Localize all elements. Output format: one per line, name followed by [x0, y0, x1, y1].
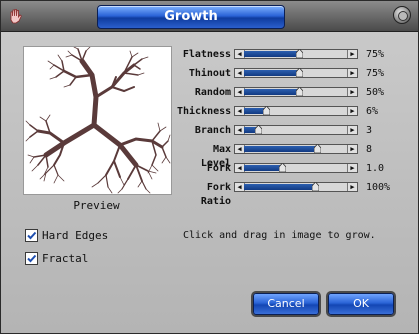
checkmark-icon	[27, 231, 37, 240]
slider-fill	[244, 70, 299, 76]
slider-right-arrow-icon[interactable]: ▶	[347, 107, 357, 115]
tree-preview-image	[25, 46, 171, 194]
title-bar[interactable]: Growth	[1, 1, 418, 32]
fractal-label: Fractal	[42, 252, 89, 265]
slider-right-arrow-icon[interactable]: ▶	[347, 69, 357, 77]
slider-label: Fork Ratio	[200, 182, 231, 207]
slider-track[interactable]: ◀ ▶	[234, 87, 358, 97]
slider-right-arrow-icon[interactable]: ▶	[347, 164, 357, 172]
slider-value: 6%	[366, 106, 379, 117]
slider-value: 1.0	[366, 163, 385, 174]
slider-fill	[244, 146, 317, 152]
hand-icon	[10, 9, 22, 24]
ok-button[interactable]: OK	[328, 293, 394, 315]
slider-right-arrow-icon[interactable]: ▶	[347, 145, 357, 153]
slider-right-arrow-icon[interactable]: ▶	[347, 88, 357, 96]
slider-fill	[244, 184, 315, 190]
slider-value: 3	[366, 125, 373, 136]
preview-label: Preview	[73, 199, 120, 212]
slider-track[interactable]: ◀ ▶	[234, 182, 358, 192]
slider-track[interactable]: ◀ ▶	[234, 163, 358, 173]
slider-thumb[interactable]	[312, 182, 319, 191]
slider-label: Random	[194, 87, 231, 98]
slider-thumb[interactable]	[255, 125, 262, 134]
slider-value: 100%	[366, 182, 391, 193]
slider-track[interactable]: ◀ ▶	[234, 144, 358, 154]
checkmark-icon	[27, 254, 37, 263]
hard-edges-checkbox[interactable]	[25, 229, 38, 242]
slider-thumb[interactable]	[263, 106, 270, 115]
fractal-checkbox[interactable]	[25, 252, 38, 265]
slider-thumb[interactable]	[296, 87, 303, 96]
slider-thumb[interactable]	[314, 144, 321, 153]
slider-label: Thinout	[188, 68, 231, 79]
slider-right-arrow-icon[interactable]: ▶	[347, 183, 357, 191]
slider-value: 75%	[366, 49, 385, 60]
slider-right-arrow-icon[interactable]: ▶	[347, 126, 357, 134]
slider-label: Fork	[206, 163, 231, 174]
slider-right-arrow-icon[interactable]: ▶	[347, 50, 357, 58]
cancel-button[interactable]: Cancel	[253, 293, 319, 315]
slider-fill	[244, 51, 299, 57]
slider-thumb[interactable]	[296, 68, 303, 77]
slider-track[interactable]: ◀ ▶	[234, 68, 358, 78]
growth-dialog: Growth Preview Flatness ◀ ▶ 75% Thinout …	[0, 0, 419, 334]
slider-thumb[interactable]	[296, 49, 303, 58]
slider-fill	[244, 89, 299, 95]
slider-label: Branch	[194, 125, 231, 136]
slider-thumb[interactable]	[279, 163, 286, 172]
hard-edges-label: Hard Edges	[42, 229, 109, 242]
title-pill: Growth	[97, 5, 285, 29]
slider-track[interactable]: ◀ ▶	[234, 125, 358, 135]
slider-value: 50%	[366, 87, 385, 98]
close-button[interactable]	[393, 6, 411, 24]
slider-track[interactable]: ◀ ▶	[234, 49, 358, 59]
slider-value: 8	[366, 144, 373, 155]
slider-fill	[244, 165, 282, 171]
slider-label: Flatness	[182, 49, 231, 60]
window-title: Growth	[164, 9, 218, 24]
instruction-text: Click and drag in image to grow.	[183, 230, 376, 241]
slider-value: 75%	[366, 68, 385, 79]
slider-label: Thickness	[177, 106, 232, 117]
preview-canvas[interactable]	[23, 46, 172, 195]
slider-track[interactable]: ◀ ▶	[234, 106, 358, 116]
